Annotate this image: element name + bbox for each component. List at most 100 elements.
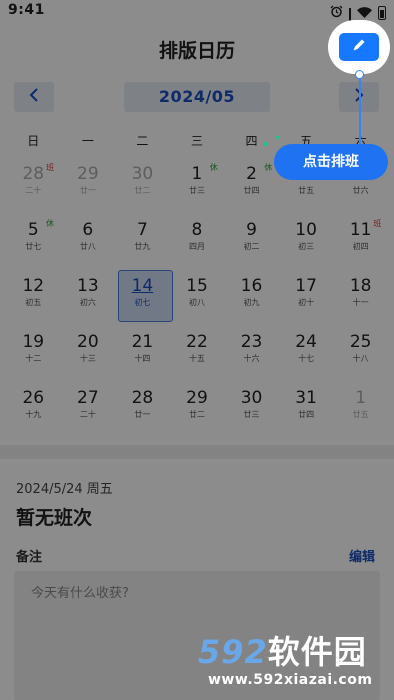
guide-anchor-dot (355, 70, 364, 79)
calendar-day[interactable]: 23 十六 (224, 328, 279, 384)
shift-status: 暂无班次 (16, 507, 93, 529)
lunar-date: 廿一 (134, 410, 151, 419)
calendar-day[interactable]: 8 四月 (170, 216, 225, 272)
calendar-day[interactable]: 1 廿三休 (170, 160, 225, 216)
day-number: 23 (240, 332, 263, 352)
day-number: 6 (82, 220, 94, 240)
lunar-date: 初九 (243, 298, 260, 307)
calendar-day[interactable]: 27 二十 (61, 384, 116, 440)
note-edit-button[interactable]: 编辑 (349, 546, 375, 565)
alarm-icon (330, 3, 343, 22)
calendar-day[interactable]: 9 初二 (224, 216, 279, 272)
calendar-grid: 28二十班29廿一30廿二1廿三休2廿四休3廿五休4廿六休5廿七休6廿八7廿九8… (6, 160, 388, 440)
lunar-date: 十九 (25, 410, 42, 419)
day-number: 29 (186, 388, 208, 408)
status-time: 9:41 (8, 2, 45, 18)
calendar-day[interactable]: 25 十八 (333, 328, 388, 384)
prev-month-button[interactable] (14, 82, 54, 112)
day-number: 26 (22, 388, 45, 408)
calendar-day[interactable]: 15 初八 (170, 272, 225, 328)
calendar-day-selected[interactable]: 14 初七 (115, 270, 174, 328)
lunar-date: 二十 (79, 410, 96, 419)
calendar-day[interactable]: 26 十九 (6, 384, 61, 440)
watermark: 592软件园 www.592xiazai.com (198, 634, 372, 690)
day-number: 24 (295, 332, 317, 352)
sparkle-dot (276, 136, 279, 139)
day-number: 14 (131, 276, 154, 296)
rest-day-badge: 休 (209, 163, 218, 172)
calendar-day[interactable]: 13 初六 (61, 272, 116, 328)
calendar-day[interactable]: 5 廿七休 (6, 216, 61, 272)
calendar-day[interactable]: 29 廿二 (170, 384, 225, 440)
lunar-date: 初六 (79, 298, 96, 307)
lunar-date: 二十 (25, 186, 42, 195)
calendar-day[interactable]: 1 廿五 (333, 384, 388, 440)
lunar-date: 初二 (243, 242, 260, 251)
day-number: 31 (295, 388, 317, 408)
weekday-label: 四 (245, 134, 258, 148)
lunar-date: 十一 (352, 298, 369, 307)
lunar-date: 四月 (188, 242, 205, 251)
signal-icon (349, 7, 351, 33)
status-bar: 9:41 (0, 0, 394, 33)
day-number: 10 (295, 220, 317, 240)
guide-schedule-button[interactable]: 点击排班 (274, 144, 388, 180)
lunar-date: 初四 (352, 242, 369, 251)
calendar-day[interactable]: 24 十七 (279, 328, 334, 384)
calendar-day[interactable]: 2 廿四休 (224, 160, 279, 216)
lunar-date: 廿五 (298, 186, 315, 195)
calendar-day[interactable]: 21 十四 (115, 328, 170, 384)
month-label[interactable]: 2024/05 (124, 82, 270, 112)
calendar-day[interactable]: 30 廿二 (115, 160, 170, 216)
lunar-date: 十二 (25, 354, 42, 363)
lunar-date: 廿二 (134, 186, 151, 195)
calendar-day[interactable]: 7 廿九 (115, 216, 170, 272)
calendar-day[interactable]: 16 初九 (224, 272, 279, 328)
day-number: 30 (240, 388, 263, 408)
calendar-day[interactable]: 12 初五 (6, 272, 61, 328)
lunar-date: 十七 (298, 354, 315, 363)
lunar-date: 初五 (25, 298, 42, 307)
work-day-badge: 班 (46, 163, 54, 172)
lunar-date: 廿三 (188, 186, 205, 195)
calendar-day[interactable]: 20 十三 (61, 328, 116, 384)
calendar-day[interactable]: 30 廿三 (224, 384, 279, 440)
lunar-date: 廿四 (298, 410, 315, 419)
note-label: 备注 (16, 550, 43, 565)
calendar-day[interactable]: 19 十二 (6, 328, 61, 384)
calendar-day[interactable]: 10 初三 (279, 216, 334, 272)
day-number: 28 (131, 388, 154, 408)
chevron-left-icon (29, 87, 39, 107)
day-number: 25 (349, 332, 372, 352)
calendar-day[interactable]: 28 廿一 (115, 384, 170, 440)
edit-schedule-button[interactable] (339, 33, 379, 61)
lunar-date: 初十 (298, 298, 315, 307)
day-number: 1 (355, 388, 367, 408)
day-number: 9 (246, 220, 257, 240)
lunar-date: 廿四 (243, 186, 260, 195)
lunar-date: 十三 (79, 354, 96, 363)
lunar-date: 十四 (134, 354, 151, 363)
weekday-label: 二 (136, 134, 149, 148)
selected-date: 2024/5/24 周五 (16, 482, 113, 497)
lunar-date: 初七 (134, 298, 151, 307)
day-number: 16 (240, 276, 263, 296)
battery-icon (378, 5, 386, 20)
rest-day-badge: 休 (46, 219, 54, 228)
calendar-day[interactable]: 11 初四班 (333, 216, 388, 272)
calendar-day[interactable]: 31 廿四 (279, 384, 334, 440)
lunar-date: 初八 (188, 298, 205, 307)
calendar-day[interactable]: 29 廿一 (61, 160, 116, 216)
calendar-day[interactable]: 22 十五 (170, 328, 225, 384)
day-number: 29 (77, 164, 99, 184)
rest-day-badge: 休 (264, 163, 273, 172)
day-number: 22 (186, 332, 208, 352)
calendar-day[interactable]: 28 二十班 (6, 160, 61, 216)
day-number: 27 (77, 388, 99, 408)
calendar-day[interactable]: 18 十一 (333, 272, 388, 328)
day-number: 21 (131, 332, 154, 352)
sparkle-dot (264, 142, 268, 146)
calendar-day[interactable]: 17 初十 (279, 272, 334, 328)
day-number: 7 (136, 220, 148, 240)
calendar-day[interactable]: 6 廿八 (61, 216, 116, 272)
